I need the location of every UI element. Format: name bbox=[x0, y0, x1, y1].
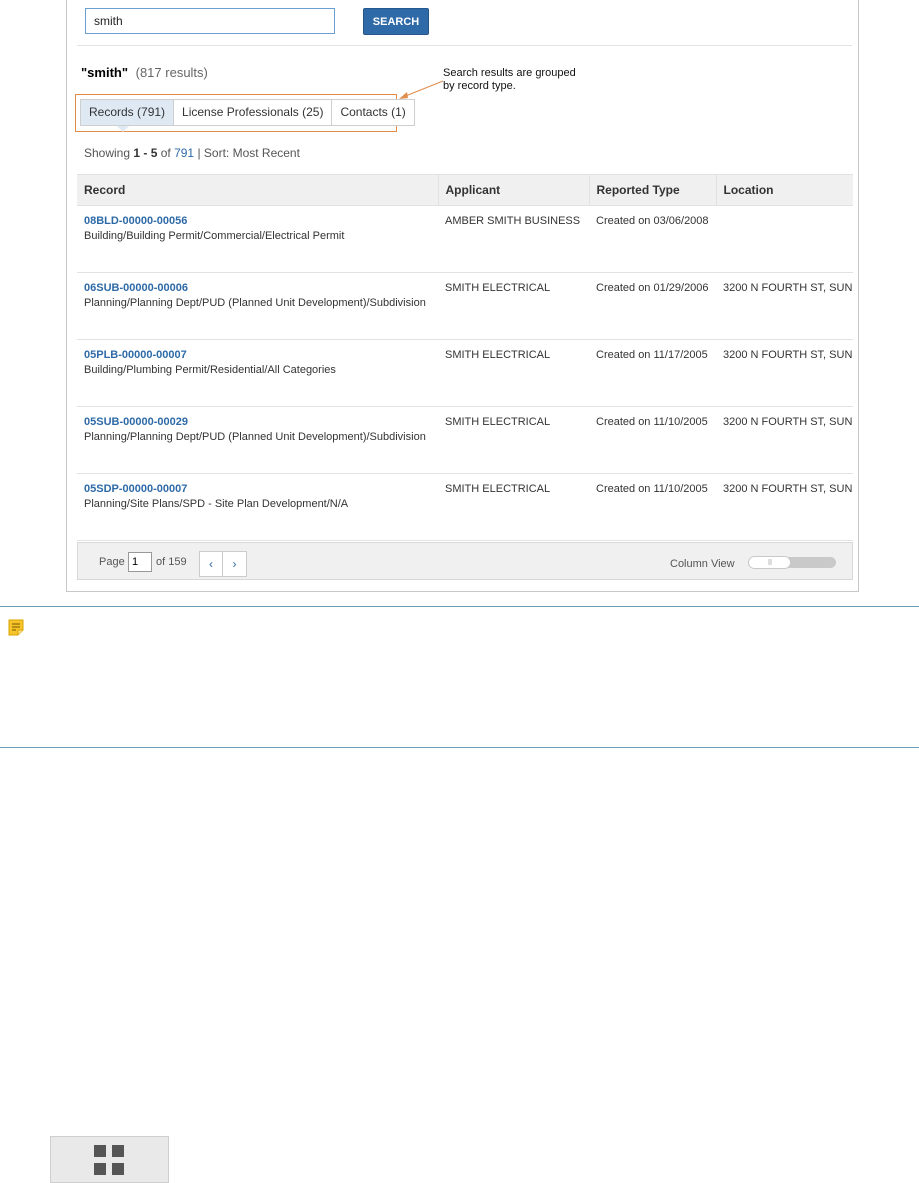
page-nav: ‹ › bbox=[199, 551, 247, 577]
note-icon bbox=[8, 619, 24, 636]
column-header-applicant[interactable]: Applicant bbox=[438, 174, 590, 206]
column-header-record[interactable]: Record bbox=[77, 174, 439, 206]
table-row: 05SUB-00000-00029 Planning/Planning Dept/… bbox=[77, 406, 853, 474]
record-id-link[interactable]: 05PLB-00000-00007 bbox=[84, 349, 431, 361]
next-page-button[interactable]: › bbox=[223, 552, 246, 576]
reported-type-cell: Created on 11/10/2005 bbox=[589, 406, 716, 474]
tab-license-professionals[interactable]: License Professionals (25) bbox=[174, 100, 333, 125]
toggle-knob[interactable] bbox=[748, 556, 791, 569]
results-count: (817 results) bbox=[135, 65, 208, 80]
applicant-cell: AMBER SMITH BUSINESS bbox=[438, 205, 589, 273]
results-table: Record Applicant Reported Type Location … bbox=[77, 174, 853, 541]
table-row: 06SUB-00000-00006 Planning/Planning Dept/… bbox=[77, 272, 853, 340]
tab-records[interactable]: Records (791) bbox=[81, 100, 175, 132]
query-term: "smith" bbox=[81, 65, 128, 80]
reported-type-cell: Created on 03/06/2008 bbox=[589, 205, 716, 273]
search-results-screenshot: SEARCH "smith" (817 results) Search resu… bbox=[66, 0, 859, 592]
record-id-link[interactable]: 05SDP-00000-00007 bbox=[84, 483, 431, 495]
reported-type-cell: Created on 11/10/2005 bbox=[589, 473, 716, 541]
pagination-bar: Page of 159 ‹ › Column View bbox=[77, 542, 853, 580]
record-cell: 06SUB-00000-00006 Planning/Planning Dept/… bbox=[77, 272, 438, 340]
results-summary: "smith" (817 results) bbox=[81, 65, 208, 80]
note-bottom-rule bbox=[0, 747, 919, 748]
location-cell bbox=[716, 205, 853, 273]
record-description: Planning/Planning Dept/PUD (Planned Unit… bbox=[84, 431, 426, 443]
table-row: 05SDP-00000-00007 Planning/Site Plans/SPD… bbox=[77, 473, 853, 541]
record-type-tabs: Records (791) License Professionals (25)… bbox=[80, 99, 415, 132]
record-id-link[interactable]: 05SUB-00000-00029 bbox=[84, 416, 431, 428]
showing-range: 1 - 5 bbox=[133, 146, 158, 160]
showing-status: Showing 1 - 5 of 791 | Sort: Most Recent bbox=[84, 146, 300, 160]
search-input[interactable] bbox=[85, 8, 335, 34]
applicant-cell: SMITH ELECTRICAL bbox=[438, 406, 589, 474]
column-header-reported-type[interactable]: Reported Type bbox=[589, 174, 717, 206]
record-id-link[interactable]: 06SUB-00000-00006 bbox=[84, 282, 431, 294]
search-button[interactable]: SEARCH bbox=[363, 8, 429, 35]
record-description: Building/Building Permit/Commercial/Elec… bbox=[84, 230, 345, 242]
record-description: Building/Plumbing Permit/Residential/All… bbox=[84, 364, 336, 376]
applicant-cell: SMITH ELECTRICAL bbox=[438, 473, 589, 541]
showing-prefix: Showing bbox=[84, 146, 134, 160]
page-number-input[interactable] bbox=[128, 552, 152, 572]
applicant-cell: SMITH ELECTRICAL bbox=[438, 339, 589, 407]
record-description: Planning/Site Plans/SPD - Site Plan Deve… bbox=[84, 498, 349, 510]
column-header-location[interactable]: Location bbox=[716, 174, 853, 206]
showing-total: 791 bbox=[174, 146, 195, 160]
page-label: Page bbox=[99, 556, 125, 568]
divider bbox=[77, 45, 852, 46]
location-cell: 3200 N FOURTH ST, SUN bbox=[716, 272, 853, 340]
reported-type-cell: Created on 11/17/2005 bbox=[589, 339, 716, 407]
previous-page-button[interactable]: ‹ bbox=[200, 552, 223, 576]
record-cell: 08BLD-00000-00056 Building/Building Permi… bbox=[77, 205, 438, 273]
location-cell: 3200 N FOURTH ST, SUN bbox=[716, 406, 853, 474]
reported-type-cell: Created on 01/29/2006 bbox=[589, 272, 716, 340]
showing-of: of bbox=[157, 146, 175, 160]
annotation-line-1: Search results are grouped bbox=[443, 67, 576, 79]
column-view-label: Column View bbox=[670, 558, 735, 570]
tab-contacts[interactable]: Contacts (1) bbox=[332, 100, 414, 125]
note-top-rule bbox=[0, 606, 919, 607]
record-description: Planning/Planning Dept/PUD (Planned Unit… bbox=[84, 297, 426, 309]
record-cell: 05SDP-00000-00007 Planning/Site Plans/SPD… bbox=[77, 473, 438, 541]
table-row: 05PLB-00000-00007 Building/Plumbing Permi… bbox=[77, 339, 853, 407]
record-cell: 05PLB-00000-00007 Building/Plumbing Permi… bbox=[77, 339, 438, 407]
location-cell: 3200 N FOURTH ST, SUN bbox=[716, 339, 853, 407]
table-row: 08BLD-00000-00056 Building/Building Permi… bbox=[77, 205, 853, 273]
grip-icon bbox=[768, 559, 771, 565]
grid-view-button[interactable] bbox=[50, 1136, 169, 1183]
applicant-cell: SMITH ELECTRICAL bbox=[438, 272, 589, 340]
sort-label: | Sort: Most Recent bbox=[194, 146, 300, 160]
page-total: of 159 bbox=[156, 556, 187, 568]
column-view-toggle[interactable] bbox=[748, 556, 836, 569]
annotation-callout: Search results are grouped by record typ… bbox=[443, 67, 593, 93]
record-cell: 05SUB-00000-00029 Planning/Planning Dept/… bbox=[77, 406, 438, 474]
location-cell: 3200 N FOURTH ST, SUN bbox=[716, 473, 853, 541]
table-header-row: Record Applicant Reported Type Location bbox=[77, 174, 853, 206]
record-id-link[interactable]: 08BLD-00000-00056 bbox=[84, 215, 431, 227]
annotation-line-2: by record type. bbox=[443, 80, 516, 92]
